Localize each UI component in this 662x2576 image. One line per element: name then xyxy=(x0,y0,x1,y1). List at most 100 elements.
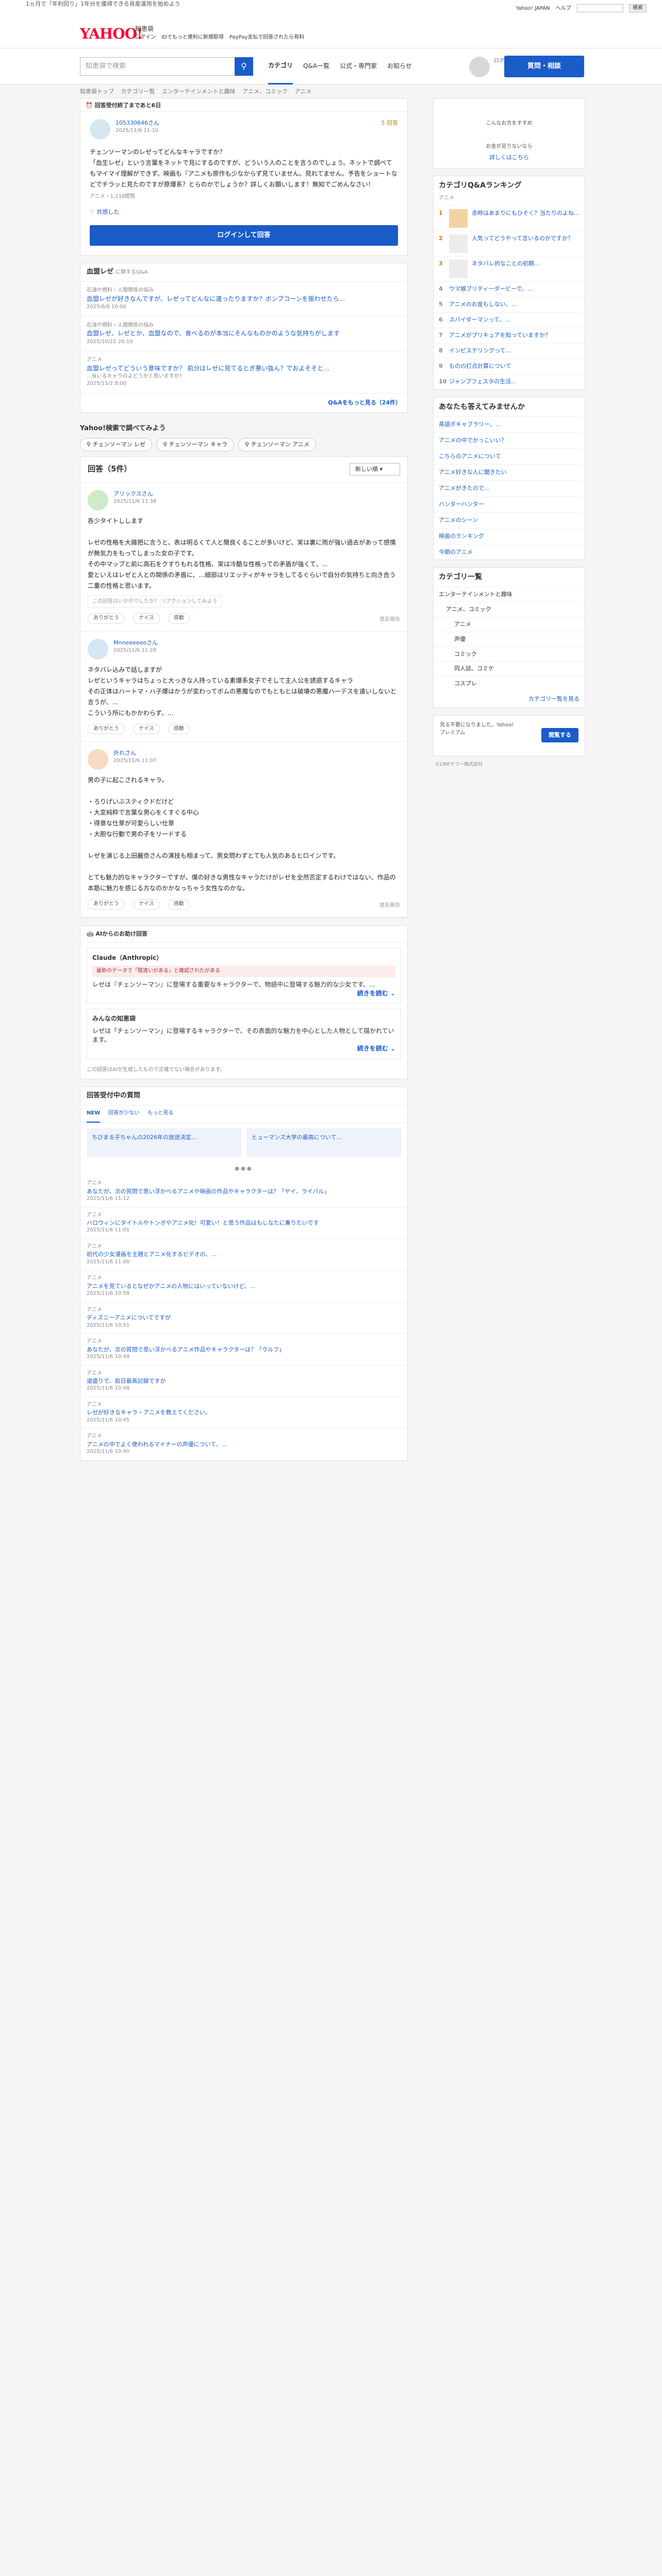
tab-qa-list[interactable]: Q&A一覧 xyxy=(303,49,329,83)
ranking-item[interactable]: 4 ウマ娘ブリティーダービーで、... xyxy=(434,281,585,297)
promo-banner[interactable]: 1ヵ月で「年利回り」1年分を獲得できる資産運用を始めよう xyxy=(26,0,180,8)
thanks-button[interactable]: ありがとう xyxy=(88,613,125,624)
ask-question-button[interactable]: 質問・相談 xyxy=(504,56,584,77)
ranking-item[interactable]: 2 人気ってどうやって言いるのかですか？ xyxy=(434,230,585,256)
avatar[interactable] xyxy=(469,57,490,77)
sort-select[interactable]: 新しい順 ▾ xyxy=(350,463,400,476)
tab-few-answers[interactable]: 回答が少ない xyxy=(108,1106,139,1123)
moved-button[interactable]: 感動 xyxy=(168,899,190,910)
breadcrumb-entertainment[interactable]: エンターテインメントと趣味 xyxy=(162,88,236,95)
ranking-item[interactable]: 7 アニメがプリキュアを知っていますか？ xyxy=(434,327,585,343)
ranking-item[interactable]: 5 アニメのお金もしない、... xyxy=(434,296,585,312)
category-item[interactable]: アニメ xyxy=(434,616,585,632)
search-chip[interactable]: ⚲ チェンソーマン レゼ xyxy=(80,437,153,451)
nice-button[interactable]: ナイス xyxy=(133,899,160,910)
category-item[interactable]: 声優 xyxy=(434,631,585,647)
list-item[interactable]: アニメ ハロウィンにタイトルやトンボやアニメ化！可愛い！と思う作品はもしなたに乗り… xyxy=(80,1208,407,1239)
list-item[interactable]: アニメ レゼが好きなキャラ・アニメを教えてください。 2025/11/6 10:45 xyxy=(80,1397,407,1429)
ranking-item[interactable]: 9 ものの打点計算について xyxy=(434,358,585,374)
question-user-avatar[interactable] xyxy=(90,119,110,140)
list-item[interactable]: 英語ボキャブラリー、... xyxy=(434,416,585,432)
question-user-name[interactable]: 105330646さん xyxy=(90,119,398,127)
nice-button[interactable]: ナイス xyxy=(133,613,160,624)
category-item[interactable]: アニメ、コミック xyxy=(434,601,585,617)
list-item[interactable]: 石油や燃料・人間関係の悩み 血盟レゼ、レゼとか、血盟なので、食べるのが本当にそん… xyxy=(80,317,407,352)
list-item[interactable]: アニメ ディズニーアニメについてですが 2025/11/6 10:51 xyxy=(80,1302,407,1334)
list-item[interactable]: アニメ 道盛りで、前日最高記録ですか 2025/11/6 10:48 xyxy=(80,1366,407,1397)
breadcrumb-top[interactable]: 知恵袋トップ xyxy=(80,88,114,95)
tab-new[interactable]: NEW xyxy=(87,1106,101,1123)
list-item[interactable]: アニメ 初代の少女漫画を主題とアニメ化するビデオの、... 2025/11/6 11… xyxy=(80,1239,407,1271)
answer-user-name[interactable]: アリックスさん xyxy=(88,490,400,498)
ranking-item[interactable]: 1 赤時はあまりにもひそく？当たりのよね... xyxy=(434,205,585,231)
list-item[interactable]: 石油や燃料・人間関係の悩み 血盟レゼが好きなんですが、レゼってどんなに違ったりま… xyxy=(80,282,407,317)
sidebar: こんなお方をすすめ お金が足りないなら 詳しくはこちら カテゴリQ&Aランキング… xyxy=(433,98,585,768)
category-more-link[interactable]: カテゴリ一覧を見る xyxy=(434,691,585,707)
list-item[interactable]: アニメがきたので... xyxy=(434,480,585,496)
header-search-input[interactable] xyxy=(576,4,623,12)
premium-button[interactable]: 閲覧する xyxy=(541,728,578,743)
answer-user-avatar[interactable] xyxy=(88,489,108,511)
list-item[interactable]: アニメ 血盟レゼってどういう意味ですか？ 前分はレゼに見てるとぎ悪い抜ん？でおよ… xyxy=(80,351,407,394)
list-item[interactable]: アニメ アニメを見ているとなぜかアニメの人物にはいっていないけど、... 2025/… xyxy=(80,1270,407,1302)
answer-user-avatar[interactable] xyxy=(88,638,108,659)
breadcrumb-anime[interactable]: アニメ xyxy=(294,88,311,95)
empathy-button[interactable]: ♡ 共感した xyxy=(90,201,398,216)
ranking-item[interactable]: 10 ジャンプフェスタの生活... xyxy=(434,374,585,389)
chiebukuro-logo[interactable]: 知恵袋 xyxy=(135,25,154,33)
list-item[interactable]: 今期のアニメ xyxy=(434,544,585,560)
pick-card[interactable]: ちびまる子ちゃんの2026年の放送決定... xyxy=(87,1128,241,1157)
help-link[interactable]: ヘルプ xyxy=(556,6,571,11)
ranking-item[interactable]: 3 ネタバレ的なことの初期... xyxy=(434,256,585,281)
search-input[interactable]: 知恵袋で検索 xyxy=(80,57,253,76)
list-item[interactable]: こちらのアニメについて xyxy=(434,448,585,464)
nice-button[interactable]: ナイス xyxy=(133,723,160,735)
yahoo-japan-link[interactable]: Yahoo! JAPAN xyxy=(516,6,550,11)
search-chip[interactable]: ⚲ チェンソーマン アニメ xyxy=(238,437,316,451)
more-qa-link[interactable]: Q&Aをもっと見る（24件） xyxy=(80,394,407,412)
ranking-item[interactable]: 8 インピステリングって... xyxy=(434,343,585,359)
list-item[interactable]: アニメのシーン xyxy=(434,512,585,528)
report-link[interactable]: 違反報告 xyxy=(379,616,400,624)
list-item[interactable]: 映画のランキング xyxy=(434,528,585,544)
paypay-link[interactable]: PayPay支払で回答されたら有料 xyxy=(229,35,304,40)
tab-news[interactable]: お知らせ xyxy=(387,49,412,83)
tab-category[interactable]: カテゴリ xyxy=(268,48,293,85)
breadcrumb-anime-comic[interactable]: アニメ、コミック xyxy=(242,88,288,95)
read-more-link[interactable]: 続きを読む ⌄ xyxy=(92,989,395,998)
breadcrumb-category-list[interactable]: カテゴリ一覧 xyxy=(121,88,155,95)
thanks-button[interactable]: ありがとう xyxy=(88,899,125,910)
premium-banner[interactable]: 見る不要になりました。Yahoo!プレミアム 閲覧する xyxy=(433,715,585,757)
login-to-answer-button[interactable]: ログインして回答 xyxy=(90,225,398,246)
search-chip[interactable]: ⚲ チェンソーマン キャラ xyxy=(156,437,235,451)
category-item[interactable]: エンターテインメントと趣味 xyxy=(434,586,585,602)
answer-user-name[interactable]: Mnneeeeeeさん xyxy=(88,639,400,647)
tab-official[interactable]: 公式・専門家 xyxy=(340,49,377,83)
report-link[interactable]: 違反報告 xyxy=(379,902,400,910)
category-item[interactable]: コミック xyxy=(434,646,585,662)
pick-card[interactable]: ヒューマンズ大学の最高について... xyxy=(246,1128,401,1157)
list-item[interactable]: アニメ好きな人に聞きたい xyxy=(434,464,585,480)
login-link[interactable]: ログイン xyxy=(135,35,156,40)
search-icon[interactable]: ⚲ xyxy=(235,57,253,76)
answer-user-name[interactable]: 外れさん xyxy=(88,749,400,757)
read-more-link[interactable]: 続きを読む ⌄ xyxy=(92,1044,395,1053)
category-item[interactable]: コスプレ xyxy=(434,676,585,691)
signup-link[interactable]: IDでもっと便利に新規取得 xyxy=(161,35,224,40)
list-item[interactable]: アニメ アニメの中でよく使われるマイナーの声優について、... 2025/11/6 … xyxy=(80,1429,407,1461)
tab-more[interactable]: もっと見る xyxy=(147,1106,173,1123)
list-item[interactable]: アニメの中でかっこいい？ xyxy=(434,432,585,448)
list-item[interactable]: ハンターハンター xyxy=(434,496,585,512)
sidebar-ad[interactable]: こんなお方をすすめ お金が足りないなら 詳しくはこちら xyxy=(433,98,585,168)
list-item[interactable]: アニメ あなたが、次の質問で思い浮かべるアニメや映画の作品やキャラクターは？「ヤイ… xyxy=(80,1176,407,1208)
answer-user-avatar[interactable] xyxy=(88,749,108,770)
moved-button[interactable]: 感動 xyxy=(168,723,190,735)
ranking-item[interactable]: 6 スパイダーマンって、... xyxy=(434,312,585,328)
category-item[interactable]: 同人誌、コミケ xyxy=(434,661,585,676)
moved-button[interactable]: 感動 xyxy=(168,613,190,624)
thanks-button[interactable]: ありがとう xyxy=(88,723,125,735)
list-item[interactable]: アニメ あなたが、次の質問で思い浮かべるアニメ作品やキャラクターは？「ウルフ」 20… xyxy=(80,1334,407,1366)
yahoo-logo[interactable]: YAHOO! xyxy=(80,24,143,45)
carousel-dots[interactable]: ●●● xyxy=(80,1162,407,1176)
header-search-button[interactable]: 検索 xyxy=(629,4,647,12)
